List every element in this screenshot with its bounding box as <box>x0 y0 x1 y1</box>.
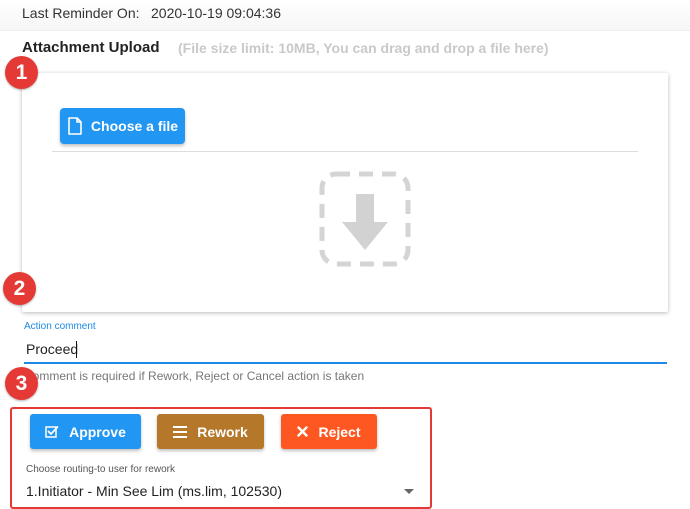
choose-file-button[interactable]: Choose a file <box>60 108 185 144</box>
close-icon <box>297 426 309 437</box>
attachment-upload-title: Attachment Upload <box>22 39 160 56</box>
comment-required-hint: Comment is required if Rework, Reject or… <box>24 369 365 383</box>
last-reminder-value: 2020-10-19 09:04:36 <box>151 5 281 21</box>
action-panel: Approve Rework Reject Choose routing-to … <box>10 407 432 509</box>
reject-button[interactable]: Reject <box>281 414 377 449</box>
file-drop-zone[interactable] <box>318 170 412 268</box>
step-badge-2: 2 <box>3 272 36 305</box>
file-icon <box>68 117 82 135</box>
file-size-hint: (File size limit: 10MB, You can drag and… <box>178 40 549 56</box>
approve-label: Approve <box>69 423 126 440</box>
list-icon <box>173 425 188 438</box>
download-arrow-icon <box>319 171 411 267</box>
routing-user-label: Choose routing-to user for rework <box>26 464 175 475</box>
step-badge-3: 3 <box>5 367 38 400</box>
dropdown-arrow-icon <box>404 489 414 494</box>
rework-button[interactable]: Rework <box>157 414 264 449</box>
routing-user-value: 1.Initiator - Min See Lim (ms.lim, 10253… <box>26 483 282 499</box>
rework-label: Rework <box>197 423 248 440</box>
routing-user-select[interactable]: 1.Initiator - Min See Lim (ms.lim, 10253… <box>26 482 422 502</box>
action-comment-label: Action comment <box>24 321 96 332</box>
choose-file-label: Choose a file <box>90 118 179 134</box>
reject-label: Reject <box>318 423 361 440</box>
divider <box>52 151 638 152</box>
approve-button[interactable]: Approve <box>30 414 141 449</box>
last-reminder-label: Last Reminder On: <box>22 5 140 21</box>
checkbox-icon <box>45 425 59 438</box>
step-badge-1: 1 <box>5 56 38 89</box>
text-caret <box>76 341 77 358</box>
top-bar: Last Reminder On: 2020-10-19 09:04:36 <box>0 0 690 31</box>
action-comment-input[interactable] <box>24 336 667 364</box>
upload-card: Choose a file <box>22 73 668 312</box>
